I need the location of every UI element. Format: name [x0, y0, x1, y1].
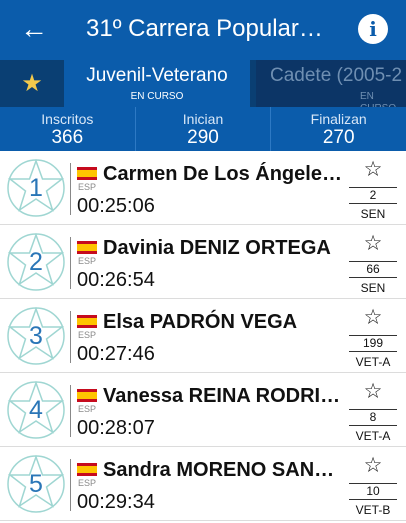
tab-status: EN CURSO: [130, 91, 184, 102]
favorites-star-icon[interactable]: ★: [0, 60, 64, 107]
runner-time: 00:27:46: [77, 343, 155, 365]
position-star-badge: 5: [6, 454, 66, 514]
info-icon[interactable]: i: [358, 14, 388, 44]
app-bar: ← 31º Carrera Popular… i: [0, 0, 406, 60]
result-row[interactable]: 1 ESP Carmen De Los Ángeles… 00:25:06 ☆ …: [0, 151, 406, 225]
country-code: ESP: [77, 256, 96, 266]
bib-number: 10: [349, 483, 397, 500]
tab-cadete[interactable]: Cadete (2005-2 EN CURSO: [256, 60, 406, 107]
page-title: 31º Carrera Popular…: [86, 15, 323, 42]
runner-category: VET-B: [355, 503, 391, 517]
runner-name: Carmen De Los Ángeles…: [103, 163, 343, 185]
stat-label: Inscritos: [41, 111, 94, 127]
divider: [70, 385, 71, 437]
divider: [70, 163, 71, 215]
runner-name: Vanessa REINA RODRIG…: [103, 385, 343, 407]
stat-finalizan: Finalizan 270: [271, 107, 406, 151]
position-number: 3: [29, 322, 43, 350]
spain-flag-icon: [77, 241, 97, 254]
position-star-badge: 2: [6, 232, 66, 292]
country-code: ESP: [77, 404, 96, 414]
position-number: 2: [29, 248, 43, 276]
result-row[interactable]: 3 ESP Elsa PADRÓN VEGA 00:27:46 ☆ 199 VE…: [0, 299, 406, 373]
result-row[interactable]: 4 ESP Vanessa REINA RODRIG… 00:28:07 ☆ 8…: [0, 373, 406, 447]
result-row[interactable]: 2 ESP Davinia DENIZ ORTEGA 00:26:54 ☆ 66…: [0, 225, 406, 299]
tab-label: Juvenil-Veterano: [86, 65, 228, 86]
stat-label: Finalizan: [310, 111, 367, 127]
favorite-star-icon[interactable]: ☆: [360, 157, 386, 183]
runner-name: Sandra MORENO SANTI…: [103, 459, 343, 481]
bib-number: 66: [349, 261, 397, 278]
stat-label: Inician: [182, 111, 224, 127]
position-star-badge: 1: [6, 158, 66, 218]
category-tabs: ★ Juvenil-Veterano EN CURSO Cadete (2005…: [0, 60, 406, 107]
country-code: ESP: [77, 182, 96, 192]
tab-juvenil-veterano[interactable]: Juvenil-Veterano EN CURSO: [64, 60, 250, 107]
divider: [70, 311, 71, 363]
back-arrow-icon[interactable]: ←: [18, 12, 50, 46]
position-number: 1: [29, 174, 43, 202]
spain-flag-icon: [77, 315, 97, 328]
country-code: ESP: [77, 478, 96, 488]
position-number: 5: [29, 470, 43, 498]
position-star-badge: 4: [6, 380, 66, 440]
runner-category: VET-A: [355, 355, 391, 369]
position-number: 4: [29, 396, 43, 424]
results-list: 1 ESP Carmen De Los Ángeles… 00:25:06 ☆ …: [0, 151, 406, 523]
spain-flag-icon: [77, 167, 97, 180]
runner-name: Elsa PADRÓN VEGA: [103, 311, 298, 333]
stat-inician: Inician 290: [136, 107, 272, 151]
divider: [70, 459, 71, 511]
favorite-star-icon[interactable]: ☆: [360, 231, 386, 257]
tab-label: Cadete (2005-2: [270, 65, 403, 86]
runner-time: 00:26:54: [77, 269, 155, 291]
divider: [70, 237, 71, 289]
runner-name: Davinia DENIZ ORTEGA: [103, 237, 331, 259]
country-code: ESP: [77, 330, 96, 340]
spain-flag-icon: [77, 389, 97, 402]
runner-time: 00:29:34: [77, 491, 155, 513]
spain-flag-icon: [77, 463, 97, 476]
favorite-star-icon[interactable]: ☆: [360, 305, 386, 331]
stat-value: 270: [322, 127, 355, 148]
race-stats: Inscritos 366 Inician 290 Finalizan 270: [0, 107, 406, 151]
bib-number: 199: [349, 335, 397, 352]
stat-value: 366: [51, 127, 84, 148]
tab-status: EN CURSO: [360, 91, 396, 107]
stat-inscritos: Inscritos 366: [0, 107, 136, 151]
runner-category: SEN: [360, 207, 386, 221]
runner-time: 00:25:06: [77, 195, 155, 217]
position-star-badge: 3: [6, 306, 66, 366]
favorite-star-icon[interactable]: ☆: [360, 453, 386, 479]
runner-time: 00:28:07: [77, 417, 155, 439]
favorite-star-icon[interactable]: ☆: [360, 379, 386, 405]
bib-number: 2: [349, 187, 397, 204]
runner-category: VET-A: [355, 429, 391, 443]
bib-number: 8: [349, 409, 397, 426]
stat-value: 290: [187, 127, 219, 148]
result-row[interactable]: 5 ESP Sandra MORENO SANTI… 00:29:34 ☆ 10…: [0, 447, 406, 521]
runner-category: SEN: [360, 281, 386, 295]
